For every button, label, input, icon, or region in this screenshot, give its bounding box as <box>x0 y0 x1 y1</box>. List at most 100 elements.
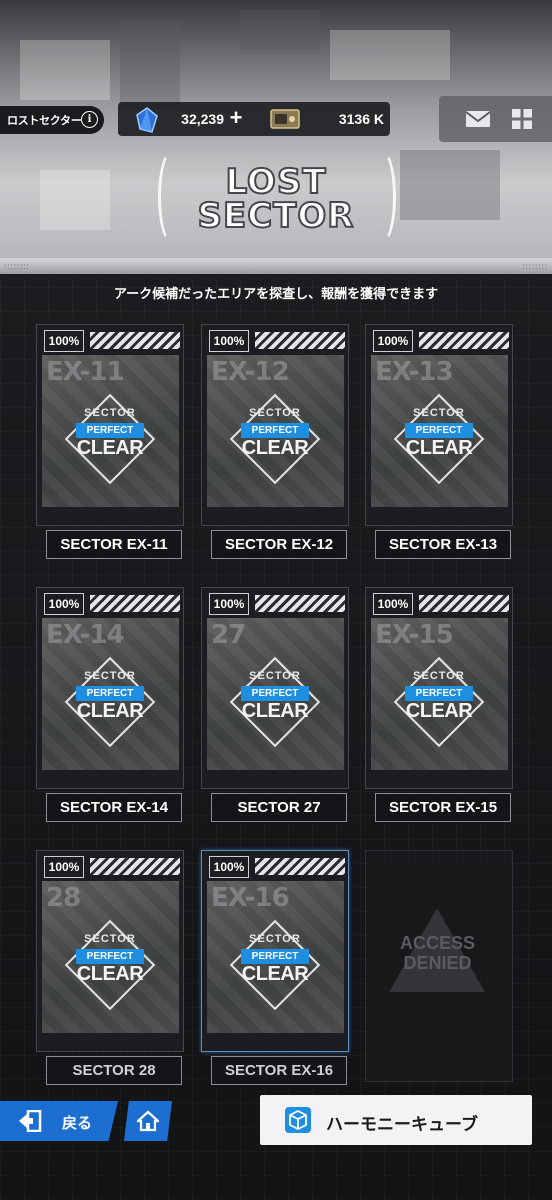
emblem-clear-text: CLEAR <box>76 437 144 459</box>
info-icon[interactable]: i <box>81 111 98 128</box>
gem-count: 32,239 <box>181 111 224 127</box>
sector-thumbnail: EX-14 SECTOR PERFECT CLEAR <box>42 618 179 770</box>
sector-code: EX-13 <box>375 357 454 387</box>
emblem-perfect-text: PERFECT <box>405 686 473 701</box>
emblem-clear-text: CLEAR <box>241 963 309 985</box>
completion-badge: 100% <box>209 593 249 615</box>
perfect-clear-emblem: SECTOR PERFECT CLEAR <box>389 389 489 489</box>
emblem-sector-text: SECTOR <box>249 670 301 682</box>
emblem-sector-text: SECTOR <box>84 933 136 945</box>
emblem-sector-text: SECTOR <box>249 933 301 945</box>
sector-thumbnail: EX-12 SECTOR PERFECT CLEAR <box>207 355 344 507</box>
sector-label[interactable]: SECTOR 27 <box>211 793 347 822</box>
sector-thumbnail: EX-15 SECTOR PERFECT CLEAR <box>371 618 508 770</box>
perfect-clear-emblem: SECTOR PERFECT CLEAR <box>225 652 325 752</box>
emblem-sector-text: SECTOR <box>84 670 136 682</box>
emblem-perfect-text: PERFECT <box>405 423 473 438</box>
completion-badge: 100% <box>209 856 249 878</box>
emblem-clear-text: CLEAR <box>76 963 144 985</box>
perfect-clear-emblem: SECTOR PERFECT CLEAR <box>225 915 325 1015</box>
page-subtitle: アーク候補だったエリアを探査し、報酬を獲得できます <box>113 286 439 301</box>
credit-count: 3136 K <box>338 111 384 127</box>
sector-label[interactable]: SECTOR EX-12 <box>211 530 347 559</box>
card-frame: 100% EX-14 SECTOR PERFECT CLEAR <box>36 587 184 789</box>
header-divider: :::::::: :::::::: <box>0 258 552 274</box>
sector-label[interactable]: SECTOR EX-15 <box>375 793 511 822</box>
perfect-clear-emblem: SECTOR PERFECT CLEAR <box>389 652 489 752</box>
completion-badge: 100% <box>44 593 84 615</box>
perfect-clear-emblem: SECTOR PERFECT CLEAR <box>225 389 325 489</box>
location-pill[interactable]: ロストセクター i <box>0 106 104 134</box>
sector-label[interactable]: SECTOR 28 <box>46 1056 182 1085</box>
sector-thumbnail: EX-13 SECTOR PERFECT CLEAR <box>371 355 508 507</box>
access-denied-text: ACCESS DENIED <box>399 933 475 973</box>
sector-code: EX-14 <box>46 620 125 650</box>
sector-code: 27 <box>211 620 246 650</box>
sector-card[interactable]: 100% 27 SECTOR PERFECT CLEAR SECTOR 27 <box>197 585 350 822</box>
sector-thumbnail: EX-16 SECTOR PERFECT CLEAR <box>207 881 344 1033</box>
sector-code: EX-16 <box>211 883 290 913</box>
emblem-perfect-text: PERFECT <box>241 423 309 438</box>
back-label: 戻る <box>62 1115 93 1132</box>
title-line-2: SECTOR <box>197 195 355 237</box>
perfect-clear-emblem: SECTOR PERFECT CLEAR <box>60 915 160 1015</box>
sector-thumbnail: EX-11 SECTOR PERFECT CLEAR <box>42 355 179 507</box>
plus-icon[interactable]: + <box>226 105 246 131</box>
sector-label[interactable]: SECTOR EX-13 <box>375 530 511 559</box>
emblem-clear-text: CLEAR <box>76 700 144 722</box>
crystal-icon <box>136 107 158 133</box>
sector-label[interactable]: SECTOR EX-11 <box>46 530 182 559</box>
sector-thumbnail: 28 SECTOR PERFECT CLEAR <box>42 881 179 1033</box>
card-frame: 100% EX-11 SECTOR PERFECT CLEAR <box>36 324 184 526</box>
exit-icon <box>19 1110 42 1132</box>
sector-card[interactable]: 100% 28 SECTOR PERFECT CLEAR SECTOR 28 <box>32 848 185 1085</box>
sector-code: EX-12 <box>211 357 290 387</box>
emblem-clear-text: CLEAR <box>241 700 309 722</box>
emblem-sector-text: SECTOR <box>413 670 465 682</box>
cube-icon <box>285 1107 311 1133</box>
location-label: ロストセクター <box>7 115 82 127</box>
card-frame: 100% 28 SECTOR PERFECT CLEAR <box>36 850 184 1052</box>
currency-bar: 32,239 + 3136 K <box>118 102 390 136</box>
emblem-perfect-text: PERFECT <box>76 686 144 701</box>
emblem-perfect-text: PERFECT <box>241 686 309 701</box>
sector-label[interactable]: SECTOR EX-16 <box>211 1056 347 1085</box>
back-button[interactable]: 戻る <box>0 1101 118 1141</box>
access-denied-slot: ACCESS DENIED <box>361 848 514 1083</box>
sector-thumbnail: 27 SECTOR PERFECT CLEAR <box>207 618 344 770</box>
sector-card[interactable]: 100% EX-14 SECTOR PERFECT CLEAR SECTOR EX-14 <box>32 585 185 822</box>
sector-code: EX-11 <box>46 357 125 387</box>
ticket-icon <box>270 109 300 129</box>
progress-hatch <box>255 595 345 612</box>
sector-label[interactable]: SECTOR EX-14 <box>46 793 182 822</box>
completion-badge: 100% <box>44 330 84 352</box>
emblem-sector-text: SECTOR <box>84 407 136 419</box>
sector-card[interactable]: 100% EX-13 SECTOR PERFECT CLEAR SECTOR EX-13 <box>361 322 514 559</box>
emblem-clear-text: CLEAR <box>405 437 473 459</box>
perfect-clear-emblem: SECTOR PERFECT CLEAR <box>60 389 160 489</box>
card-frame: 100% EX-15 SECTOR PERFECT CLEAR <box>365 587 513 789</box>
perfect-clear-emblem: SECTOR PERFECT CLEAR <box>60 652 160 752</box>
progress-hatch <box>255 858 345 875</box>
home-icon <box>137 1110 159 1132</box>
emblem-clear-text: CLEAR <box>241 437 309 459</box>
progress-hatch <box>90 332 180 349</box>
emblem-perfect-text: PERFECT <box>76 949 144 964</box>
card-frame: 100% EX-12 SECTOR PERFECT CLEAR <box>201 324 349 526</box>
sector-card[interactable]: 100% EX-11 SECTOR PERFECT CLEAR SECTOR EX-11 <box>32 322 185 559</box>
card-frame: 100% 27 SECTOR PERFECT CLEAR <box>201 587 349 789</box>
sector-code: 28 <box>46 883 81 913</box>
completion-badge: 100% <box>209 330 249 352</box>
completion-badge: 100% <box>373 330 413 352</box>
progress-hatch <box>255 332 345 349</box>
sector-card[interactable]: 100% EX-15 SECTOR PERFECT CLEAR SECTOR EX-15 <box>361 585 514 822</box>
home-button[interactable] <box>124 1101 172 1141</box>
sector-card[interactable]: 100% EX-12 SECTOR PERFECT CLEAR SECTOR EX-12 <box>197 322 350 559</box>
grid-menu-icon[interactable] <box>512 109 532 129</box>
card-frame: 100% EX-13 SECTOR PERFECT CLEAR <box>365 324 513 526</box>
emblem-sector-text: SECTOR <box>413 407 465 419</box>
mail-icon[interactable] <box>465 109 491 129</box>
top-right-menu <box>439 96 552 142</box>
harmony-cube-button[interactable]: ハーモニーキューブ <box>260 1095 532 1145</box>
sector-card[interactable]: 100% EX-16 SECTOR PERFECT CLEAR SECTOR EX-16 <box>197 848 350 1085</box>
